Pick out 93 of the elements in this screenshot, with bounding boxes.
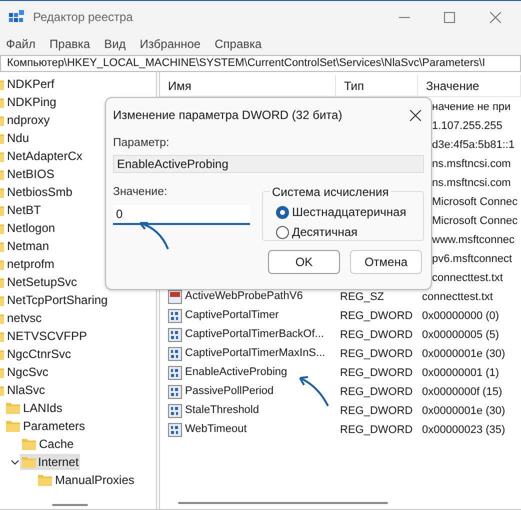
value-data: 0x00000001 (1) (422, 367, 500, 380)
annotation-arrow (299, 376, 329, 406)
string-value-icon (168, 290, 182, 304)
tree-item[interactable]: NetBT (6, 202, 42, 218)
value-data: connecttest.txt (422, 291, 493, 304)
value-data: ns.msftncsi.com (432, 177, 511, 190)
binary-value-icon (168, 404, 182, 418)
menu-item[interactable]: Вид (104, 35, 126, 53)
scrollbar-thumb[interactable] (178, 502, 388, 504)
value-name[interactable]: StaleThreshold (185, 402, 259, 419)
tree-item[interactable]: NDKPing (6, 94, 58, 110)
tree-item[interactable]: NetAdapterCx (6, 148, 84, 164)
value-data: connecttest.txt (432, 272, 503, 284)
cancel-button[interactable]: Отмена (350, 250, 422, 274)
close-icon[interactable] (410, 110, 421, 120)
tree-item[interactable]: NgcCtnrSvc (6, 346, 72, 362)
value-data: 0x0000001e (30) (422, 405, 506, 418)
folder-icon (6, 402, 20, 414)
menu-item[interactable]: Правка (50, 35, 90, 53)
value-data: Microsoft Connec (432, 196, 518, 208)
value-data: 0x00000000 (0) (422, 310, 500, 322)
tree-item[interactable]: Ndu (6, 130, 30, 146)
binary-value-icon (168, 346, 182, 360)
tree-item[interactable]: netvsc (6, 310, 43, 326)
minimize-icon[interactable] (399, 16, 410, 18)
value-data: www.msftconnec (432, 234, 515, 246)
binary-value-icon (168, 422, 182, 436)
value-data: d3e:4f5a:5b81::1 (432, 139, 515, 152)
radio-option[interactable]: Шестнадцатеричная (276, 202, 423, 222)
value-name[interactable]: CaptivePortalTimerMaxInS... (185, 345, 326, 362)
value-data: начение не при (432, 101, 511, 114)
value-data: 1.107.255.255 (432, 120, 502, 132)
tree-item[interactable]: netprofm (6, 256, 56, 272)
value-type: REG_DWORD (340, 329, 413, 342)
tree-item[interactable]: NetBIOS (6, 166, 56, 182)
address-bar[interactable]: Компьютер\HKEY_LOCAL_MACHINE\SYSTEM\CurrentControlSet\Services\NlaSvc\Parameters\I (0, 55, 521, 72)
value-field[interactable]: 0 (113, 204, 250, 224)
radio-option[interactable]: Десятичная (276, 222, 423, 242)
value-data: Microsoft Connec (432, 215, 518, 228)
ok-button[interactable]: OK (268, 250, 340, 274)
value-data: 0x00000023 (35) (422, 424, 506, 436)
value-data: pv6.msftconnect (432, 253, 512, 266)
value-data: ns.msftncsi.com (432, 158, 511, 170)
tree-item[interactable]: NetTcpPortSharing (6, 292, 109, 308)
tree-item[interactable]: Netman (6, 238, 50, 254)
field-label: Значение: (113, 185, 168, 200)
value-data: 0x0000001e (30) (422, 348, 506, 360)
app-icon (9, 10, 25, 24)
value-type: REG_DWORD (340, 424, 413, 436)
tree-item[interactable]: NetbiosSmb (6, 184, 74, 200)
value-name[interactable]: WebTimeout (185, 421, 247, 438)
tree-item[interactable]: Netlogon (6, 220, 56, 236)
value-type: REG_DWORD (340, 386, 413, 398)
binary-value-icon (168, 384, 182, 398)
value-type: REG_DWORD (340, 405, 413, 418)
binary-value-icon (168, 308, 182, 322)
binary-value-icon (168, 328, 182, 342)
tree-item[interactable]: Cache (38, 436, 75, 452)
annotation-arrow (139, 222, 169, 250)
tree-item[interactable]: NDKPerf (6, 76, 56, 92)
value-name[interactable]: EnableActiveProbing (185, 364, 288, 381)
folder-icon (6, 420, 20, 432)
maximize-icon[interactable] (444, 12, 455, 22)
tree-item[interactable]: ManualProxies (54, 472, 136, 488)
tree-item[interactable]: LANIds (22, 400, 64, 416)
parameter-field: EnableActiveProbing (113, 155, 424, 174)
tree-item[interactable]: ndproxy (6, 112, 51, 128)
dialog-title: Изменение параметра DWORD (32 бита) (113, 107, 344, 124)
menu-item[interactable]: Избранное (140, 35, 201, 53)
value-name[interactable]: ActiveWebProbePathV6 (185, 288, 303, 305)
value-type: REG_SZ (340, 291, 384, 304)
tree-item[interactable]: NetSetupSvc (6, 274, 78, 290)
value-name[interactable]: PassivePollPeriod (185, 383, 274, 400)
value-name[interactable]: CaptivePortalTimerBackOf... (185, 326, 324, 343)
tree-item[interactable]: Parameters (22, 418, 86, 434)
tree-item[interactable]: NlaSvc (6, 382, 46, 398)
scrollbar-thumb[interactable] (52, 504, 88, 506)
tree-item[interactable]: NETVSCVFPP (6, 328, 88, 344)
value-name[interactable]: CaptivePortalTimer (185, 307, 279, 324)
value-data: 0x00000005 (5) (422, 329, 500, 342)
chevron-icon[interactable] (11, 460, 19, 465)
value-data: 0x0000000f (15) (422, 386, 502, 398)
window-title: Редактор реестра (33, 9, 133, 26)
tree-item[interactable]: NgcSvc (6, 364, 50, 380)
folder-icon (22, 438, 36, 450)
folder-icon (38, 474, 52, 486)
value-type: REG_DWORD (340, 348, 413, 360)
value-type: REG_DWORD (340, 367, 413, 380)
field-label: Параметр: (113, 136, 170, 151)
menu-item[interactable]: Справка (214, 35, 262, 53)
menu-item[interactable]: Файл (6, 35, 36, 53)
value-type: REG_DWORD (340, 310, 413, 322)
binary-value-icon (168, 366, 182, 380)
